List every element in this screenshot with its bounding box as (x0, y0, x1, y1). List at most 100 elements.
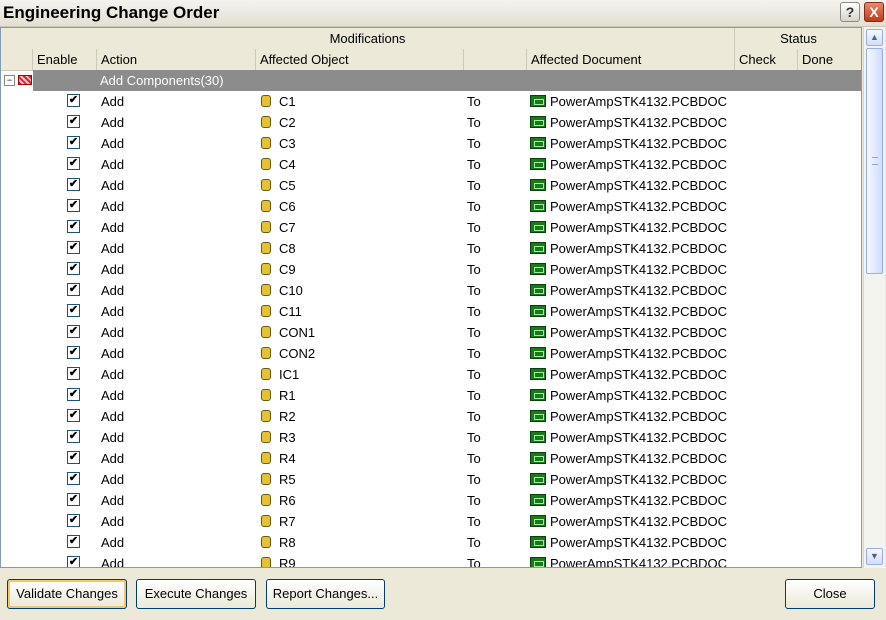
enable-checkbox[interactable]: ✔ (67, 262, 80, 275)
table-row[interactable]: ✔ Add R1 To PowerAmpSTK4132.PCBDOC (1, 385, 861, 406)
enable-checkbox[interactable]: ✔ (67, 556, 80, 567)
affected-document-cell: PowerAmpSTK4132.PCBDOC (550, 346, 728, 361)
vertical-scrollbar[interactable]: ▲ ▼ (863, 27, 885, 568)
table-row[interactable]: ✔ Add C11 To PowerAmpSTK4132.PCBDOC (1, 301, 861, 322)
table-row[interactable]: ✔ Add R7 To PowerAmpSTK4132.PCBDOC (1, 511, 861, 532)
action-cell: Add (101, 535, 125, 550)
affected-object-cell: C7 (279, 220, 296, 235)
collapse-icon[interactable]: − (4, 75, 15, 86)
table-row[interactable]: ✔ Add C3 To PowerAmpSTK4132.PCBDOC (1, 133, 861, 154)
enable-checkbox[interactable]: ✔ (67, 178, 80, 191)
affected-document-cell: PowerAmpSTK4132.PCBDOC (550, 262, 728, 277)
table-row[interactable]: ✔ Add CON1 To PowerAmpSTK4132.PCBDOC (1, 322, 861, 343)
enable-checkbox[interactable]: ✔ (67, 325, 80, 338)
component-icon (261, 116, 271, 128)
table-row[interactable]: ✔ Add C5 To PowerAmpSTK4132.PCBDOC (1, 175, 861, 196)
table-row[interactable]: ✔ Add IC1 To PowerAmpSTK4132.PCBDOC (1, 364, 861, 385)
to-cell: To (467, 304, 481, 319)
pcb-document-icon (530, 431, 546, 443)
header-done[interactable]: Done (798, 49, 861, 70)
window-close-button[interactable]: X (864, 2, 884, 22)
enable-checkbox[interactable]: ✔ (67, 430, 80, 443)
pcb-document-icon (530, 452, 546, 464)
to-cell: To (467, 556, 481, 568)
table-row[interactable]: ✔ Add R3 To PowerAmpSTK4132.PCBDOC (1, 427, 861, 448)
scroll-thumb[interactable] (866, 48, 883, 274)
header-affected-document[interactable]: Affected Document (527, 49, 735, 70)
header-check[interactable]: Check (735, 49, 798, 70)
execute-changes-button[interactable]: Execute Changes (136, 579, 256, 609)
scroll-up-icon[interactable]: ▲ (866, 29, 883, 46)
action-cell: Add (101, 430, 125, 445)
table-row[interactable]: ✔ Add C10 To PowerAmpSTK4132.PCBDOC (1, 280, 861, 301)
component-icon (261, 179, 271, 191)
group-row-add-components[interactable]: − Add Components(30) (1, 70, 861, 91)
to-cell: To (467, 514, 481, 529)
close-button[interactable]: Close (785, 579, 875, 609)
to-cell: To (467, 94, 481, 109)
component-icon (261, 305, 271, 317)
enable-checkbox[interactable]: ✔ (67, 157, 80, 170)
table-row[interactable]: ✔ Add C4 To PowerAmpSTK4132.PCBDOC (1, 154, 861, 175)
affected-document-cell: PowerAmpSTK4132.PCBDOC (550, 199, 728, 214)
enable-checkbox[interactable]: ✔ (67, 367, 80, 380)
enable-checkbox[interactable]: ✔ (67, 451, 80, 464)
table-row[interactable]: ✔ Add R9 To PowerAmpSTK4132.PCBDOC (1, 553, 861, 568)
table-row[interactable]: ✔ Add R2 To PowerAmpSTK4132.PCBDOC (1, 406, 861, 427)
pcb-document-icon (530, 137, 546, 149)
table-row[interactable]: ✔ Add C8 To PowerAmpSTK4132.PCBDOC (1, 238, 861, 259)
table-row[interactable]: ✔ Add R6 To PowerAmpSTK4132.PCBDOC (1, 490, 861, 511)
help-button[interactable]: ? (840, 2, 860, 22)
header-affected-object[interactable]: Affected Object (256, 49, 464, 70)
enable-checkbox[interactable]: ✔ (67, 346, 80, 359)
action-cell: Add (101, 367, 125, 382)
enable-checkbox[interactable]: ✔ (67, 304, 80, 317)
enable-checkbox[interactable]: ✔ (67, 94, 80, 107)
enable-checkbox[interactable]: ✔ (67, 514, 80, 527)
enable-checkbox[interactable]: ✔ (67, 493, 80, 506)
header-action[interactable]: Action (97, 49, 256, 70)
report-changes-button[interactable]: Report Changes... (266, 579, 385, 609)
action-cell: Add (101, 388, 125, 403)
to-cell: To (467, 472, 481, 487)
affected-object-cell: CON2 (279, 346, 316, 361)
table-row[interactable]: ✔ Add CON2 To PowerAmpSTK4132.PCBDOC (1, 343, 861, 364)
enable-checkbox[interactable]: ✔ (67, 472, 80, 485)
affected-object-cell: R9 (279, 556, 296, 568)
table-row[interactable]: ✔ Add C2 To PowerAmpSTK4132.PCBDOC (1, 112, 861, 133)
scroll-down-icon[interactable]: ▼ (866, 548, 883, 565)
enable-checkbox[interactable]: ✔ (67, 199, 80, 212)
enable-checkbox[interactable]: ✔ (67, 535, 80, 548)
affected-document-cell: PowerAmpSTK4132.PCBDOC (550, 472, 728, 487)
table-row[interactable]: ✔ Add C9 To PowerAmpSTK4132.PCBDOC (1, 259, 861, 280)
header-status[interactable]: Status (735, 28, 861, 49)
table-row[interactable]: ✔ Add C7 To PowerAmpSTK4132.PCBDOC (1, 217, 861, 238)
action-cell: Add (101, 493, 125, 508)
action-cell: Add (101, 556, 125, 568)
header-to-column[interactable] (464, 49, 527, 70)
action-cell: Add (101, 472, 125, 487)
table-row[interactable]: ✔ Add R8 To PowerAmpSTK4132.PCBDOC (1, 532, 861, 553)
enable-checkbox[interactable]: ✔ (67, 220, 80, 233)
to-cell: To (467, 346, 481, 361)
enable-checkbox[interactable]: ✔ (67, 388, 80, 401)
table-row[interactable]: ✔ Add R4 To PowerAmpSTK4132.PCBDOC (1, 448, 861, 469)
table-row[interactable]: ✔ Add R5 To PowerAmpSTK4132.PCBDOC (1, 469, 861, 490)
affected-document-cell: PowerAmpSTK4132.PCBDOC (550, 325, 728, 340)
affected-object-cell: R8 (279, 535, 296, 550)
affected-document-cell: PowerAmpSTK4132.PCBDOC (550, 514, 728, 529)
header-modifications[interactable]: Modifications (1, 28, 735, 49)
title-bar: Engineering Change Order ? X (0, 0, 886, 27)
table-row[interactable]: ✔ Add C6 To PowerAmpSTK4132.PCBDOC (1, 196, 861, 217)
enable-checkbox[interactable]: ✔ (67, 409, 80, 422)
enable-checkbox[interactable]: ✔ (67, 241, 80, 254)
table-row[interactable]: ✔ Add C1 To PowerAmpSTK4132.PCBDOC (1, 91, 861, 112)
enable-checkbox[interactable]: ✔ (67, 283, 80, 296)
validate-changes-button[interactable]: Validate Changes (7, 579, 127, 609)
enable-checkbox[interactable]: ✔ (67, 115, 80, 128)
grip-icon (872, 157, 878, 165)
component-icon (261, 494, 271, 506)
header-enable[interactable]: Enable (33, 49, 97, 70)
component-icon (261, 263, 271, 275)
enable-checkbox[interactable]: ✔ (67, 136, 80, 149)
